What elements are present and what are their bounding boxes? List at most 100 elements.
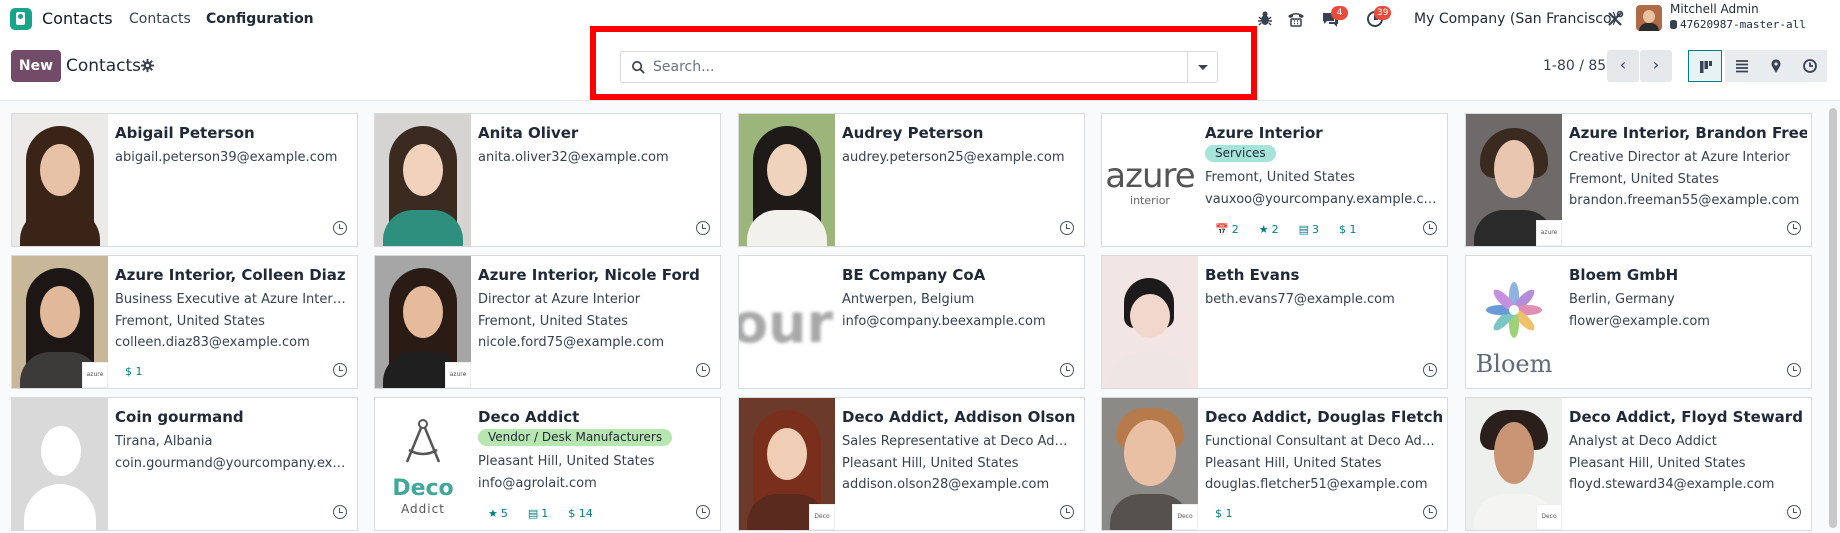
contact-function: Sales Representative at Deco Addict: [842, 434, 1074, 449]
contact-name: Deco Addict, Addison Olson: [842, 408, 1076, 426]
activity-clock-icon[interactable]: 39: [1365, 6, 1392, 29]
activity-view-button[interactable]: [1793, 50, 1827, 82]
pager-next-button[interactable]: ›: [1640, 50, 1672, 82]
app-name[interactable]: Contacts: [42, 9, 113, 28]
activity-clock-icon[interactable]: [1423, 505, 1437, 519]
contact-card[interactable]: azure interior Azure Interior Services F…: [1101, 113, 1448, 247]
menu-configuration[interactable]: Configuration: [206, 11, 314, 27]
contact-card[interactable]: Deco Deco Addict, Floyd Steward Analyst …: [1465, 397, 1812, 531]
contact-email: flower@example.com: [1569, 314, 1710, 329]
phone-icon[interactable]: [1286, 9, 1306, 29]
activity-clock-icon[interactable]: [696, 505, 710, 519]
contact-card[interactable]: Bloem Bloem GmbH Berlin, Germany flower@…: [1465, 255, 1812, 389]
contact-name: Bloem GmbH: [1569, 266, 1679, 284]
search-options-toggle[interactable]: [1187, 52, 1217, 82]
contact-address: Fremont, United States: [1569, 172, 1719, 187]
activity-clock-icon[interactable]: [1787, 221, 1801, 235]
contact-card[interactable]: Deco Addict Deco Addict Vendor / Desk Ma…: [374, 397, 721, 531]
sales-stat[interactable]: $ 1: [125, 365, 143, 378]
contact-card[interactable]: Abigail Peterson abigail.peterson39@exam…: [11, 113, 358, 247]
invoices-stat[interactable]: ▤ 3: [1299, 223, 1319, 236]
contact-email: anita.oliver32@example.com: [478, 150, 669, 165]
activity-clock-icon[interactable]: [1060, 363, 1074, 377]
contact-address: Tirana, Albania: [115, 434, 213, 449]
menu-contacts[interactable]: Contacts: [129, 11, 191, 27]
contact-address: Berlin, Germany: [1569, 292, 1675, 307]
activity-clock-icon[interactable]: [333, 505, 347, 519]
chat-icon[interactable]: 4: [1320, 6, 1348, 29]
opportunities-stat[interactable]: ★ 2: [1259, 223, 1279, 236]
sales-stat[interactable]: $ 14: [568, 507, 593, 520]
activity-clock-icon[interactable]: [1787, 505, 1801, 519]
list-view-button[interactable]: [1725, 50, 1759, 82]
category-tag: Services: [1205, 145, 1276, 162]
activity-clock-icon[interactable]: [1787, 363, 1801, 377]
kanban-view-button[interactable]: [1688, 50, 1722, 82]
company-mini-logo: Deco: [809, 504, 835, 530]
sales-stat[interactable]: $ 1: [1339, 223, 1357, 236]
deco-logo-text: Deco: [392, 476, 454, 501]
company-mini-logo: Deco: [1536, 504, 1562, 530]
invoices-stat[interactable]: ▤ 1: [528, 507, 548, 520]
contact-photo: [375, 114, 471, 246]
contact-function: Creative Director at Azure Interior: [1569, 150, 1790, 165]
activity-clock-icon[interactable]: [1423, 363, 1437, 377]
activity-clock-icon[interactable]: [333, 363, 347, 377]
contact-card[interactable]: azure Azure Interior, Colleen Diaz Busin…: [11, 255, 358, 389]
meetings-stat[interactable]: 📅 2: [1215, 223, 1239, 236]
kanban-scrollbar[interactable]: [1829, 108, 1837, 528]
contact-card[interactable]: Beth Evans beth.evans77@example.com: [1101, 255, 1448, 389]
contact-photo: azure: [1466, 114, 1562, 246]
kanban-icon: [1700, 61, 1712, 73]
opportunities-stat[interactable]: ★ 5: [488, 507, 508, 520]
pager-value[interactable]: 1-80 / 85: [1543, 58, 1606, 74]
database-name: 47620987-master-all: [1670, 18, 1806, 31]
activity-clock-icon[interactable]: [1060, 505, 1074, 519]
search-bar[interactable]: [620, 51, 1218, 83]
search-input[interactable]: [653, 54, 1183, 80]
star-icon: ★: [1258, 223, 1269, 236]
tools-icon[interactable]: [1605, 9, 1625, 29]
chat-badge: 4: [1331, 6, 1348, 20]
contact-email: info@agrolait.com: [478, 476, 597, 491]
contact-name: Anita Oliver: [478, 124, 579, 142]
contact-photo: Deco: [739, 398, 835, 530]
contact-card[interactable]: azure Azure Interior, Nicole Ford Direct…: [374, 255, 721, 389]
new-button[interactable]: New: [11, 50, 61, 82]
gear-icon[interactable]: [140, 58, 155, 73]
user-avatar[interactable]: [1636, 5, 1662, 31]
activity-clock-icon[interactable]: [696, 363, 710, 377]
activity-clock-icon[interactable]: [696, 221, 710, 235]
contact-card[interactable]: our BE Company CoA Antwerpen, Belgium in…: [738, 255, 1085, 389]
contact-card[interactable]: Audrey Peterson audrey.peterson25@exampl…: [738, 113, 1085, 247]
category-tag: Vendor / Desk Manufacturers: [478, 429, 673, 446]
breadcrumb: Contacts: [66, 56, 141, 76]
kanban-view: Abigail Peterson abigail.peterson39@exam…: [0, 101, 1840, 533]
bug-icon[interactable]: [1255, 9, 1275, 29]
bloem-flower-icon: [1486, 282, 1542, 338]
contact-card[interactable]: Deco Deco Addict, Addison Olson Sales Re…: [738, 397, 1085, 531]
contact-card[interactable]: azure Azure Interior, Brandon Freeman Cr…: [1465, 113, 1812, 247]
contact-photo: [739, 114, 835, 246]
company-switcher[interactable]: My Company (San Francisco): [1414, 11, 1617, 27]
user-name[interactable]: Mitchell Admin: [1670, 2, 1759, 16]
sales-stat[interactable]: $ 1: [1215, 507, 1233, 520]
contact-name: Azure Interior: [1205, 124, 1323, 142]
activity-clock-icon[interactable]: [333, 221, 347, 235]
contact-email: brandon.freeman55@example.com: [1569, 193, 1800, 208]
contact-email: colleen.diaz83@example.com: [115, 335, 310, 350]
pager-previous-button[interactable]: ‹: [1607, 50, 1639, 82]
contact-card[interactable]: Anita Oliver anita.oliver32@example.com: [374, 113, 721, 247]
database-label: 47620987-master-all: [1680, 18, 1806, 31]
company-logo: our: [739, 256, 835, 388]
contact-card[interactable]: Deco Deco Addict, Douglas Fletcher Funct…: [1101, 397, 1448, 531]
activity-clock-icon[interactable]: [1423, 221, 1437, 235]
contacts-app-icon[interactable]: [10, 8, 32, 30]
be-company-logo-text: our: [739, 292, 834, 355]
star-icon: ★: [488, 507, 498, 520]
activity-clock-icon[interactable]: [1060, 221, 1074, 235]
map-pin-icon: [1771, 59, 1781, 73]
map-view-button[interactable]: [1759, 50, 1793, 82]
contact-card[interactable]: Coin gourmand Tirana, Albania coin.gourm…: [11, 397, 358, 531]
contact-name: Deco Addict, Floyd Steward: [1569, 408, 1803, 426]
